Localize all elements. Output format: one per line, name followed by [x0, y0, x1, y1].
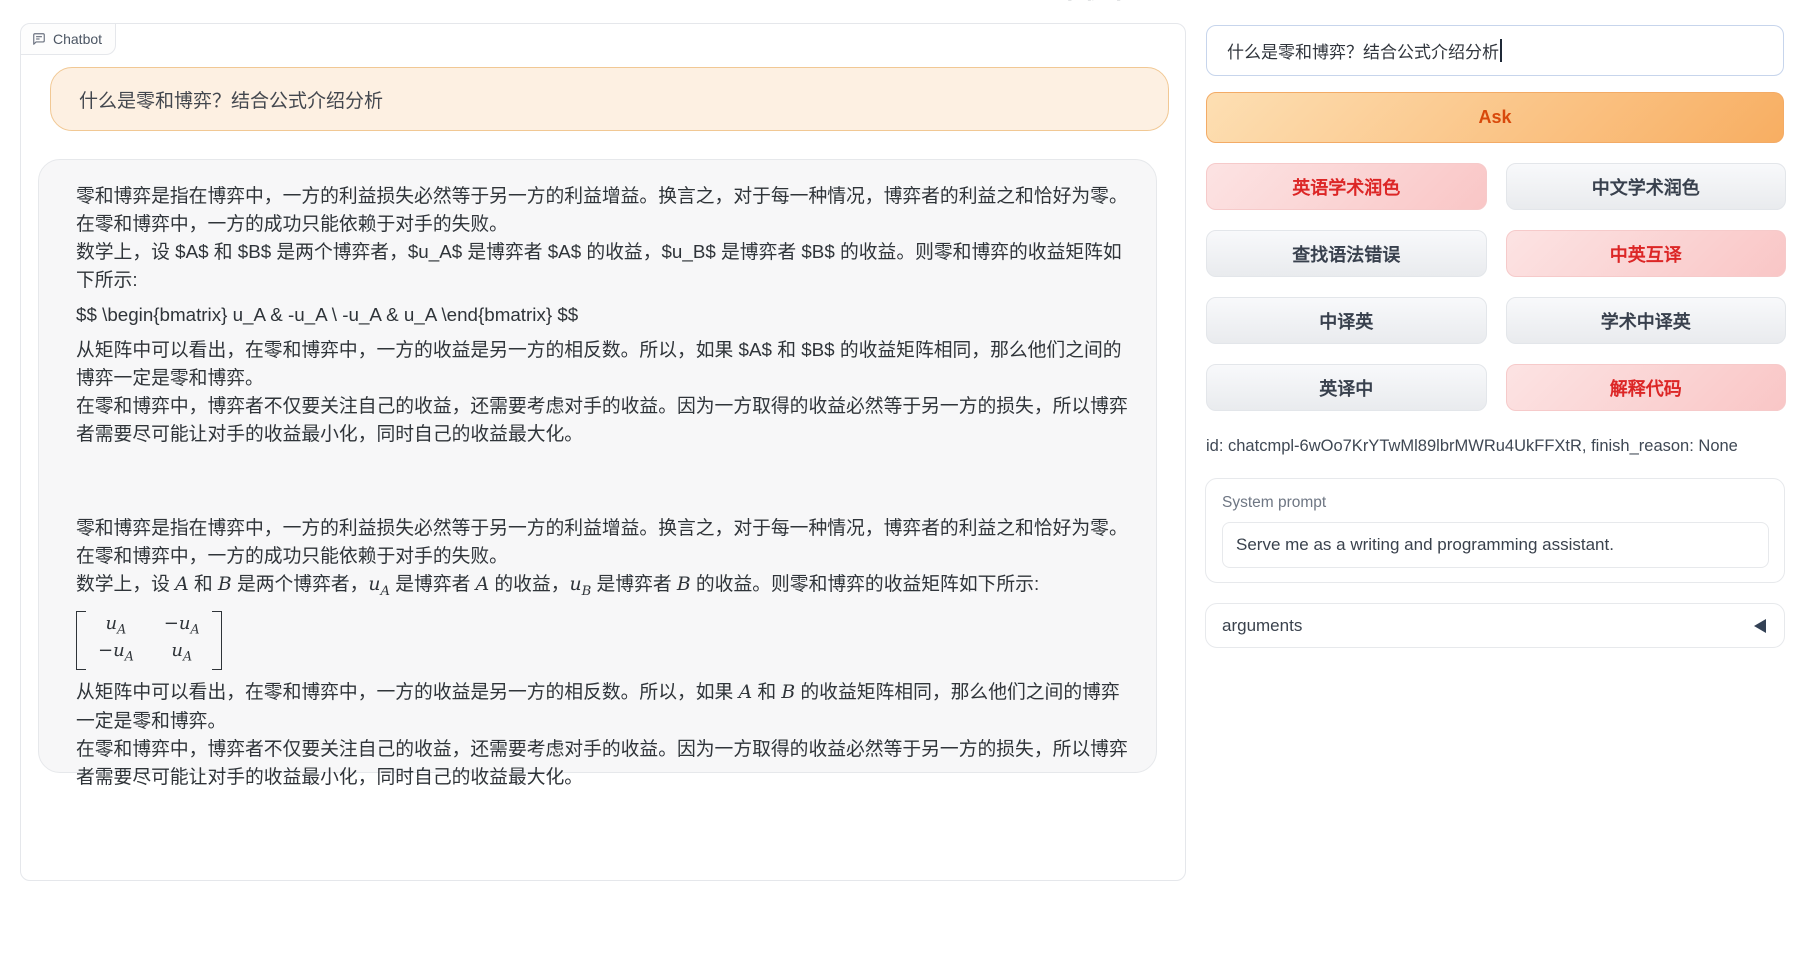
user-message-text: 什么是零和博弈？结合公式介绍分析: [79, 86, 383, 113]
ask-button[interactable]: Ask: [1206, 92, 1784, 143]
arguments-accordion-label: arguments: [1222, 616, 1302, 636]
bot-message-bubble: 零和博弈是指在博弈中，一方的利益损失必然等于另一方的利益增益。换言之，对于每一种…: [38, 159, 1157, 773]
ask-button-label: Ask: [1478, 107, 1511, 128]
bot-paragraph: 零和博弈是指在博弈中，一方的利益损失必然等于另一方的利益增益。换言之，对于每一种…: [76, 514, 1138, 570]
page-title: ChatGPT 学术优化: [700, 0, 1340, 6]
bot-paragraph: 从矩阵中可以看出，在零和博弈中，一方的收益是另一方的相反数。所以，如果 A 和 …: [76, 678, 1138, 735]
bot-paragraph: $$ \begin{bmatrix} u_A & -u_A \ -u_A & u…: [76, 301, 1138, 329]
button-zh-en-mutual-translate[interactable]: 中英互译: [1506, 230, 1787, 277]
bot-paragraph: 数学上，设 A 和 B 是两个博弈者，uA 是博弈者 A 的收益，uB 是博弈者…: [76, 570, 1138, 606]
chat-bubble-icon: [32, 32, 46, 46]
bot-paragraph: 在零和博弈中，博弈者不仅要关注自己的收益，还需要考虑对手的收益。因为一方取得的收…: [76, 392, 1138, 448]
chatbot-panel: Chatbot 什么是零和博弈？结合公式介绍分析 零和博弈是指在博弈中，一方的利…: [20, 23, 1186, 881]
app-root: ChatGPT 学术优化 Chatbot 什么是零和博弈？结合公式介绍分析 零和…: [0, 0, 1814, 961]
quick-action-grid: 英语学术润色 中文学术润色 查找语法错误 中英互译 中译英 学术中译英 英译中 …: [1206, 163, 1786, 411]
chatbot-panel-label: Chatbot: [21, 24, 116, 55]
system-prompt-input[interactable]: Serve me as a writing and programming as…: [1222, 522, 1769, 568]
button-academic-zh-to-en[interactable]: 学术中译英: [1506, 297, 1787, 344]
bot-message-block: 零和博弈是指在博弈中，一方的利益损失必然等于另一方的利益增益。换言之，对于每一种…: [76, 182, 1138, 448]
question-input-value: 什么是零和博弈？结合公式介绍分析: [1227, 38, 1499, 63]
system-prompt-value: Serve me as a writing and programming as…: [1236, 535, 1614, 555]
button-find-grammar-errors[interactable]: 查找语法错误: [1206, 230, 1487, 277]
bot-paragraph: 零和博弈是指在博弈中，一方的利益损失必然等于另一方的利益增益。换言之，对于每一种…: [76, 182, 1138, 238]
button-zh-to-en[interactable]: 中译英: [1206, 297, 1487, 344]
bot-paragraph: 从矩阵中可以看出，在零和博弈中，一方的收益是另一方的相反数。所以，如果 $A$ …: [76, 336, 1138, 392]
question-input[interactable]: 什么是零和博弈？结合公式介绍分析: [1206, 25, 1784, 76]
button-explain-code[interactable]: 解释代码: [1506, 364, 1787, 411]
arguments-accordion[interactable]: arguments: [1205, 603, 1785, 648]
chatbot-panel-label-text: Chatbot: [53, 31, 102, 47]
bot-paragraph: 数学上，设 $A$ 和 $B$ 是两个博弈者，$u_A$ 是博弈者 $A$ 的收…: [76, 238, 1138, 294]
bot-message-block: 零和博弈是指在博弈中，一方的利益损失必然等于另一方的利益增益。换言之，对于每一种…: [76, 514, 1138, 791]
text-caret: [1500, 39, 1502, 62]
payoff-matrix: uA−uA−uAuA: [76, 611, 222, 670]
bot-paragraph: 在零和博弈中，博弈者不仅要关注自己的收益，还需要考虑对手的收益。因为一方取得的收…: [76, 735, 1138, 791]
button-en-to-zh[interactable]: 英译中: [1206, 364, 1487, 411]
response-status-line: id: chatcmpl-6wOo7KrYTwMl89lbrMWRu4UkFFX…: [1206, 437, 1784, 456]
accordion-collapsed-arrow-icon: [1754, 619, 1766, 633]
button-english-academic-polish[interactable]: 英语学术润色: [1206, 163, 1487, 210]
button-chinese-academic-polish[interactable]: 中文学术润色: [1506, 163, 1787, 210]
system-prompt-label: System prompt: [1222, 494, 1769, 512]
page-title-clipped: ChatGPT 学术优化: [700, 0, 1340, 9]
user-message-bubble: 什么是零和博弈？结合公式介绍分析: [50, 67, 1169, 131]
system-prompt-box: System prompt Serve me as a writing and …: [1205, 478, 1785, 583]
